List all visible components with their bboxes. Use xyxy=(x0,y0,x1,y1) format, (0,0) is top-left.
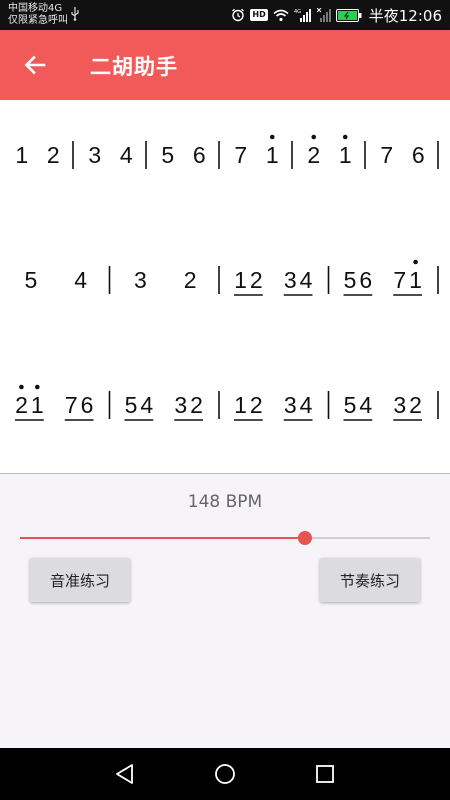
svg-text:4G: 4G xyxy=(294,9,301,15)
note: 3 xyxy=(134,267,147,293)
carrier-info: 中国移动4G 仅限紧急呼叫 xyxy=(8,3,68,27)
note: 32 xyxy=(393,392,425,418)
high-octave-dot xyxy=(35,384,40,390)
tempo-slider[interactable] xyxy=(20,530,430,546)
note: 56 xyxy=(344,267,376,293)
notation-score: 1 2 3 4 5 6 7 1 2 1 7 65 4 3 2 12 34 56 7121 76 54 32 12 34 54 32 xyxy=(14,134,439,421)
high-octave-dot xyxy=(269,134,275,140)
back-button[interactable] xyxy=(18,50,52,80)
note: 32 xyxy=(174,392,206,418)
bpm-label: 148 BPM xyxy=(187,492,263,512)
arrow-left-icon xyxy=(24,55,46,75)
slider-thumb[interactable] xyxy=(297,531,312,545)
note: 71 xyxy=(393,267,425,293)
note: 5 xyxy=(161,142,174,168)
high-octave-dot xyxy=(342,134,348,140)
nav-recent-icon[interactable] xyxy=(311,760,339,788)
slider-fill xyxy=(20,537,305,539)
note: 2 xyxy=(307,142,320,168)
page-title: 二胡助手 xyxy=(90,55,178,79)
note: 12 xyxy=(234,267,266,293)
note: 54 xyxy=(344,392,376,418)
note: 2 xyxy=(184,267,197,293)
note: 1 xyxy=(339,142,352,168)
app-bar: 二胡助手 xyxy=(0,30,450,100)
note: 34 xyxy=(284,392,316,418)
note: 1 xyxy=(266,142,279,168)
note: 4 xyxy=(74,267,87,293)
signal-4g-icon: 4G xyxy=(294,9,311,22)
note: 21 xyxy=(15,392,47,418)
status-bar: 中国移动4G 仅限紧急呼叫 HD 4G 半夜12:06 xyxy=(0,0,450,30)
clock: 半夜12:06 xyxy=(368,6,442,25)
note: 1 xyxy=(15,142,28,168)
alarm-icon xyxy=(232,8,245,22)
pitch-practice-button[interactable]: 音准练习 xyxy=(30,558,130,602)
notation-area: 1 2 3 4 5 6 7 1 2 1 7 6 5 4 3 2 12 34 56 71 21 76 54 32 12 34 54 32 xyxy=(0,100,450,473)
navigation-bar xyxy=(0,748,450,800)
note: 6 xyxy=(412,142,425,168)
note: 54 xyxy=(125,392,157,418)
control-panel: 148 BPM 音准练习 节奏练习 xyxy=(0,474,450,748)
note: 4 xyxy=(120,142,133,168)
note: 34 xyxy=(284,267,316,293)
note: 7 xyxy=(380,142,393,168)
hd-icon: HD xyxy=(250,9,268,21)
note: 2 xyxy=(47,142,60,168)
nav-back-icon[interactable] xyxy=(111,760,139,788)
battery-icon xyxy=(335,8,362,22)
status-icons: HD 4G 半夜12:06 xyxy=(231,5,442,25)
nav-home-icon[interactable] xyxy=(211,760,239,788)
emergency-only-label: 仅限紧急呼叫 xyxy=(8,15,68,26)
note: 5 xyxy=(24,267,37,293)
note: 6 xyxy=(193,142,206,168)
carrier-name: 中国移动4G xyxy=(8,3,63,14)
note: 7 xyxy=(234,142,247,168)
high-octave-dot xyxy=(413,259,418,265)
usb-icon xyxy=(71,7,79,21)
rhythm-practice-button[interactable]: 节奏练习 xyxy=(320,558,420,602)
signal-x-icon xyxy=(316,8,331,22)
high-octave-dot xyxy=(311,134,317,140)
note: 12 xyxy=(234,392,266,418)
note: 3 xyxy=(88,142,101,168)
note: 76 xyxy=(65,392,97,418)
wifi-icon xyxy=(273,9,289,21)
high-octave-dot xyxy=(19,384,24,390)
